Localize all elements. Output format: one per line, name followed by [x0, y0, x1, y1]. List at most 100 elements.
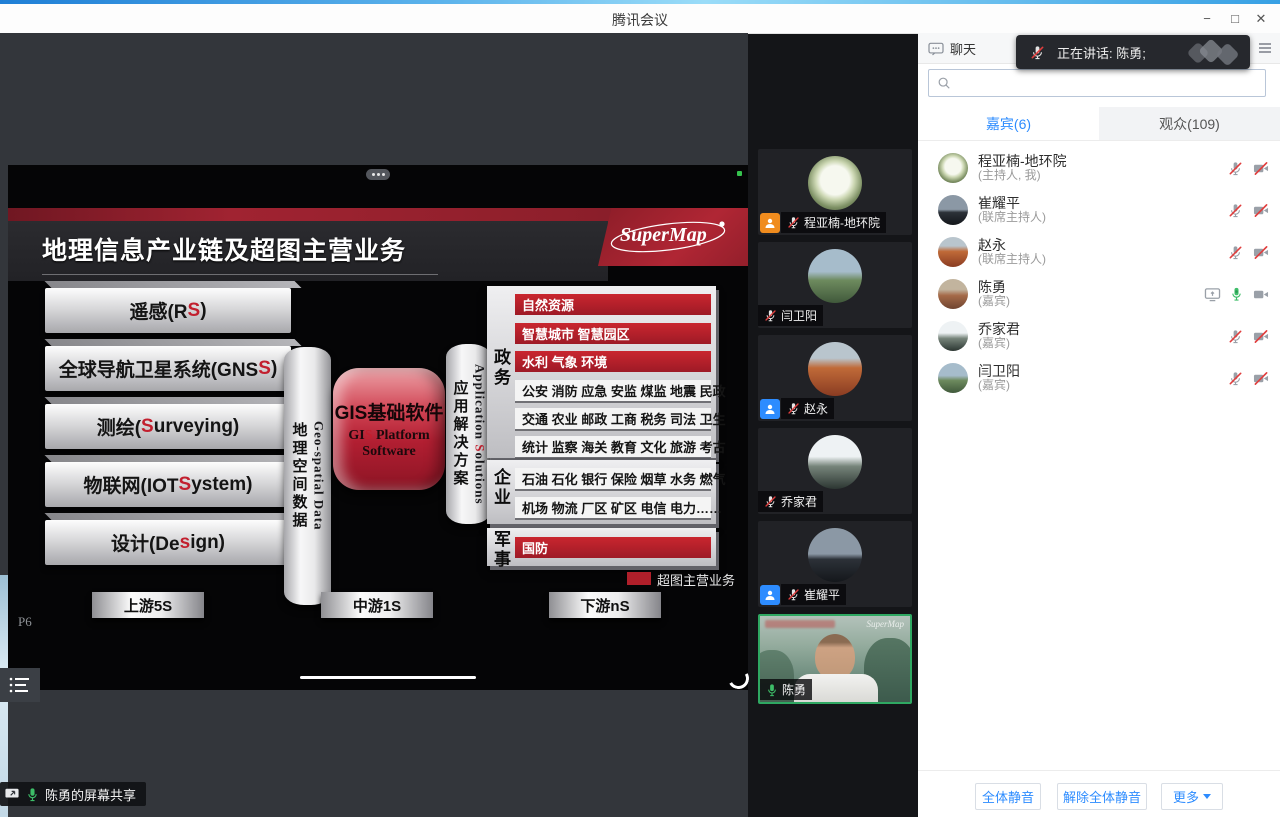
participant-role: (嘉宾): [978, 379, 1228, 393]
mic-muted-icon: [787, 402, 800, 415]
caret-down-icon: [1203, 794, 1211, 799]
active-speaker-video[interactable]: SuperMap 陈勇: [758, 614, 912, 704]
participant-row[interactable]: 陈勇(嘉宾): [918, 273, 1280, 315]
geo-spatial-data-bar: 地理空间数据 Geo-spatial Data: [284, 347, 331, 605]
participant-role: (嘉宾): [978, 295, 1204, 309]
avatar: [938, 279, 968, 309]
thumbnail-name-strip: 陈勇: [760, 679, 812, 700]
mic-muted-icon: [764, 309, 777, 322]
upstream-box-surveying: 测绘(Surveying): [45, 404, 291, 449]
participant-row[interactable]: 闫卫阳(嘉宾): [918, 357, 1280, 399]
mic-muted-icon[interactable]: [1228, 245, 1243, 260]
camera-on-icon[interactable]: [1252, 287, 1270, 302]
participant-name: 乔家君: [978, 321, 1228, 337]
search-input[interactable]: [957, 72, 1265, 94]
participant-row[interactable]: 赵永(联席主持人): [918, 231, 1280, 273]
mic-muted-icon[interactable]: [1228, 371, 1243, 386]
participant-name: 陈勇: [782, 681, 806, 698]
video-thumbnail[interactable]: 赵永: [758, 335, 912, 421]
section-label-enterprise: 企业: [491, 468, 513, 508]
more-button[interactable]: 更多: [1161, 783, 1223, 810]
camera-muted-icon[interactable]: [1252, 245, 1270, 260]
gov-row: 交通 农业 邮政 工商 税务 司法 卫生: [515, 408, 711, 429]
participant-name: 赵永: [978, 237, 1228, 253]
slide-page-number: P6: [18, 614, 32, 630]
avatar: [808, 435, 862, 489]
gov-row: 智慧城市 智慧园区: [515, 323, 711, 344]
supermap-logo: SuperMap: [598, 208, 748, 266]
list-icon: [9, 676, 31, 694]
slide-progress-bar: [300, 676, 476, 679]
share-badge-label: 陈勇的屏幕共享: [45, 785, 136, 804]
thumbnail-name-strip: 闫卫阳: [758, 305, 823, 326]
mic-muted-icon[interactable]: [1228, 203, 1243, 218]
participant-role: (主持人, 我): [978, 169, 1228, 183]
footer-divider: [918, 770, 1280, 771]
avatar: [938, 195, 968, 225]
sharing-screen-icon[interactable]: [1204, 287, 1221, 302]
speaking-toast: 正在讲话: 陈勇;: [1016, 35, 1250, 69]
avatar: [808, 249, 862, 303]
mic-muted-icon: [787, 216, 800, 229]
tab-viewers[interactable]: 观众(109): [1099, 107, 1280, 140]
close-button[interactable]: ✕: [1248, 9, 1274, 29]
maximize-button[interactable]: □: [1222, 9, 1248, 29]
section-label-military: 军事: [491, 530, 513, 570]
minimize-button[interactable]: −: [1194, 9, 1220, 29]
ent-row: 石油 石化 银行 保险 烟草 水务 燃气: [515, 468, 711, 489]
mic-muted-icon[interactable]: [1228, 329, 1243, 344]
cohost-badge-icon: [760, 399, 780, 419]
mic-on-icon: [26, 787, 39, 802]
mic-muted-icon: [787, 588, 800, 601]
panel-menu-button[interactable]: [1258, 41, 1272, 59]
more-button-label: 更多: [1173, 787, 1199, 806]
sidebar-panel: 聊天 正在讲话: 陈勇; 嘉宾(6) 观众(109) 程亚楠-地环: [918, 33, 1280, 817]
participant-row[interactable]: 乔家君(嘉宾): [918, 315, 1280, 357]
participant-role: (联席主持人): [978, 211, 1228, 225]
host-badge-icon: [760, 213, 780, 233]
mute-all-button[interactable]: 全体静音: [975, 783, 1041, 810]
slide-title-underline: [42, 274, 438, 275]
avatar: [808, 528, 862, 582]
participant-role: (嘉宾): [978, 337, 1228, 351]
participant-name: 闫卫阳: [781, 307, 817, 324]
legend-swatch: [627, 572, 651, 585]
stream-label-midstream: 中游1S: [321, 592, 433, 618]
participant-name: 陈勇: [978, 279, 1204, 295]
mic-muted-icon[interactable]: [1228, 161, 1243, 176]
thumbnail-name-strip: 程亚楠-地环院: [781, 212, 886, 233]
avatar: [808, 342, 862, 396]
mic-on-icon[interactable]: [1230, 286, 1243, 302]
gov-row: 统计 监察 海关 教育 文化 旅游 考古: [515, 436, 711, 457]
chat-tab[interactable]: 聊天: [928, 39, 976, 58]
ent-row: 机场 物流 厂区 矿区 电信 电力……: [515, 497, 711, 518]
camera-muted-icon[interactable]: [1252, 161, 1270, 176]
camera-muted-icon[interactable]: [1252, 329, 1270, 344]
meeting-window: 腾讯会议 − □ ✕ 地理信息产业链及超图主营业务 SuperMap 遥感(RS…: [0, 0, 1280, 817]
screen-share-status-badge: 陈勇的屏幕共享: [0, 782, 146, 806]
participant-name: 崔耀平: [978, 195, 1228, 211]
video-watermark-logo: SuperMap: [867, 619, 905, 629]
camera-muted-icon[interactable]: [1252, 371, 1270, 386]
tab-guests[interactable]: 嘉宾(6): [918, 107, 1099, 140]
audience-tabs: 嘉宾(6) 观众(109): [918, 107, 1280, 141]
avatar: [938, 237, 968, 267]
video-thumbnail[interactable]: 程亚楠-地环院: [758, 149, 912, 235]
more-options-icon[interactable]: [366, 169, 390, 180]
participant-row[interactable]: 崔耀平(联席主持人): [918, 189, 1280, 231]
unmute-all-button[interactable]: 解除全体静音: [1057, 783, 1147, 810]
mic-on-icon: [766, 683, 778, 697]
camera-muted-icon[interactable]: [1252, 203, 1270, 218]
video-thumbnail[interactable]: 闫卫阳: [758, 242, 912, 328]
cohost-badge-icon: [760, 585, 780, 605]
participant-row[interactable]: 程亚楠-地环院(主持人, 我): [918, 147, 1280, 189]
video-thumbnail[interactable]: 崔耀平: [758, 521, 912, 607]
annotation-toolbar-toggle[interactable]: [0, 668, 40, 702]
slide-title: 地理信息产业链及超图主营业务: [42, 231, 562, 267]
video-thumbnail[interactable]: 乔家君: [758, 428, 912, 514]
thumbnail-name-strip: 乔家君: [758, 491, 823, 512]
upstream-box-design: 设计(Design): [45, 520, 291, 565]
upstream-box-gnss: 全球导航卫星系统(GNSS): [45, 346, 291, 391]
hamburger-icon: [1258, 42, 1272, 54]
participant-search: [928, 69, 1266, 97]
